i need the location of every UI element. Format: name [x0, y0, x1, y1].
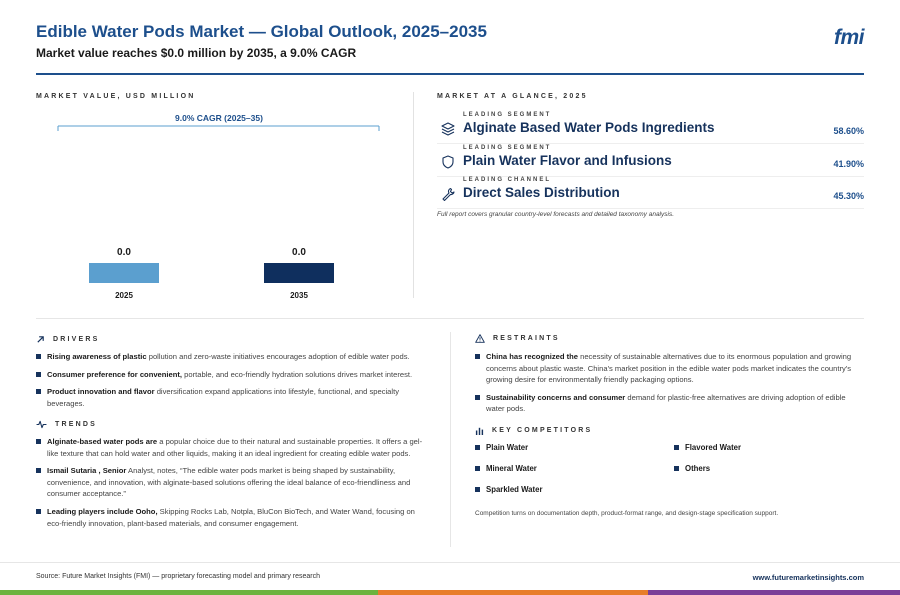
trends-label: TRENDS	[55, 421, 97, 428]
arrow-up-right-icon	[37, 336, 44, 343]
competitor-item: Mineral Water	[475, 464, 537, 473]
glance-row-channel: LEADING CHANNEL Direct Sales Distributio…	[437, 177, 864, 209]
list-item: Ismail Sutaria , Senior Analyst, notes, …	[36, 465, 424, 500]
warning-icon	[475, 334, 485, 343]
competitors-header: KEY COMPETITORS	[475, 426, 592, 435]
list-item: Leading players include Ooho, Skipping R…	[36, 506, 424, 529]
competitor-item: Sparkled Water	[475, 485, 542, 494]
glance-row-flavor: LEADING SEGMENT Plain Water Flavor and I…	[437, 145, 864, 177]
glance-share: 41.90%	[833, 159, 864, 169]
trends-header: TRENDS	[36, 420, 97, 429]
wrench-icon	[442, 187, 455, 201]
bar-2025	[89, 263, 159, 283]
glance-note: Full report covers granular country-leve…	[437, 211, 675, 218]
top-divider	[413, 92, 414, 298]
list-item: Rising awareness of plastic pollution an…	[36, 351, 416, 363]
website-link[interactable]: www.futuremarketinsights.com	[753, 573, 864, 582]
chart-section-label: MARKET VALUE, USD MILLION	[36, 93, 196, 100]
restraints-label: RESTRAINTS	[493, 335, 560, 342]
glance-kicker: LEADING CHANNEL	[463, 177, 551, 183]
drivers-header: DRIVERS	[36, 335, 100, 344]
drivers-label: DRIVERS	[53, 336, 100, 343]
glance-share: 45.30%	[833, 191, 864, 201]
list-item: Consumer preference for convenient, port…	[36, 369, 416, 381]
pulse-icon	[36, 420, 47, 429]
stripe-purple	[648, 590, 900, 595]
competitors-label: KEY COMPETITORS	[492, 427, 593, 434]
competitor-item: Others	[674, 464, 710, 473]
glance-kicker: LEADING SEGMENT	[463, 145, 552, 151]
market-value-chart: 9.0% CAGR (2025–35) 0.0 2025 0.0 2035	[57, 113, 380, 300]
middle-divider	[36, 318, 864, 319]
stripe-orange	[378, 590, 648, 595]
fmi-logo: fmi	[834, 26, 865, 49]
cagr-annotation: 9.0% CAGR (2025–35)	[175, 113, 263, 123]
header-rule	[36, 73, 864, 75]
shield-icon	[442, 155, 454, 169]
glance-segment-name: Plain Water Flavor and Infusions	[463, 153, 672, 168]
trends-list: Alginate-based water pods are a popular …	[36, 436, 424, 535]
glance-section-label: MARKET AT A GLANCE, 2025	[437, 93, 588, 100]
list-item: China has recognized the necessity of su…	[475, 351, 864, 386]
list-item: Product innovation and flavor diversific…	[36, 386, 416, 409]
bars-group: 0.0 2025 0.0 2035	[89, 247, 334, 300]
layers-icon	[441, 122, 455, 136]
list-item: Sustainability concerns and consumer dem…	[475, 392, 864, 415]
source-note: Source: Future Market Insights (FMI) — p…	[36, 573, 320, 580]
competitors-note: Competition turns on documentation depth…	[475, 510, 779, 517]
restraints-header: RESTRAINTS	[475, 334, 560, 343]
competitor-item: Plain Water	[475, 443, 528, 452]
stripe-green	[0, 590, 378, 595]
list-item: Alginate-based water pods are a popular …	[36, 436, 424, 459]
glance-row-ingredients: LEADING SEGMENT Alginate Based Water Pod…	[437, 112, 864, 144]
cagr-bracket	[57, 125, 380, 131]
bottom-divider	[450, 332, 451, 547]
value-label-2025: 0.0	[117, 247, 131, 258]
footer-rule	[0, 562, 900, 563]
competitor-item: Flavored Water	[674, 443, 741, 452]
glance-segment-name: Direct Sales Distribution	[463, 185, 620, 200]
drivers-list: Rising awareness of plastic pollution an…	[36, 351, 416, 415]
bar-2035	[264, 263, 334, 283]
category-label-2035: 2035	[290, 291, 308, 300]
value-label-2035: 0.0	[292, 247, 306, 258]
category-label-2025: 2025	[115, 291, 133, 300]
bar-chart-icon	[475, 427, 484, 435]
glance-segment-name: Alginate Based Water Pods Ingredients	[463, 120, 715, 135]
glance-kicker: LEADING SEGMENT	[463, 112, 552, 118]
restraints-list: China has recognized the necessity of su…	[475, 351, 864, 421]
page-subtitle: Market value reaches $0.0 million by 203…	[36, 46, 357, 60]
glance-share: 58.60%	[833, 126, 864, 136]
page-title: Edible Water Pods Market — Global Outloo…	[36, 22, 487, 41]
